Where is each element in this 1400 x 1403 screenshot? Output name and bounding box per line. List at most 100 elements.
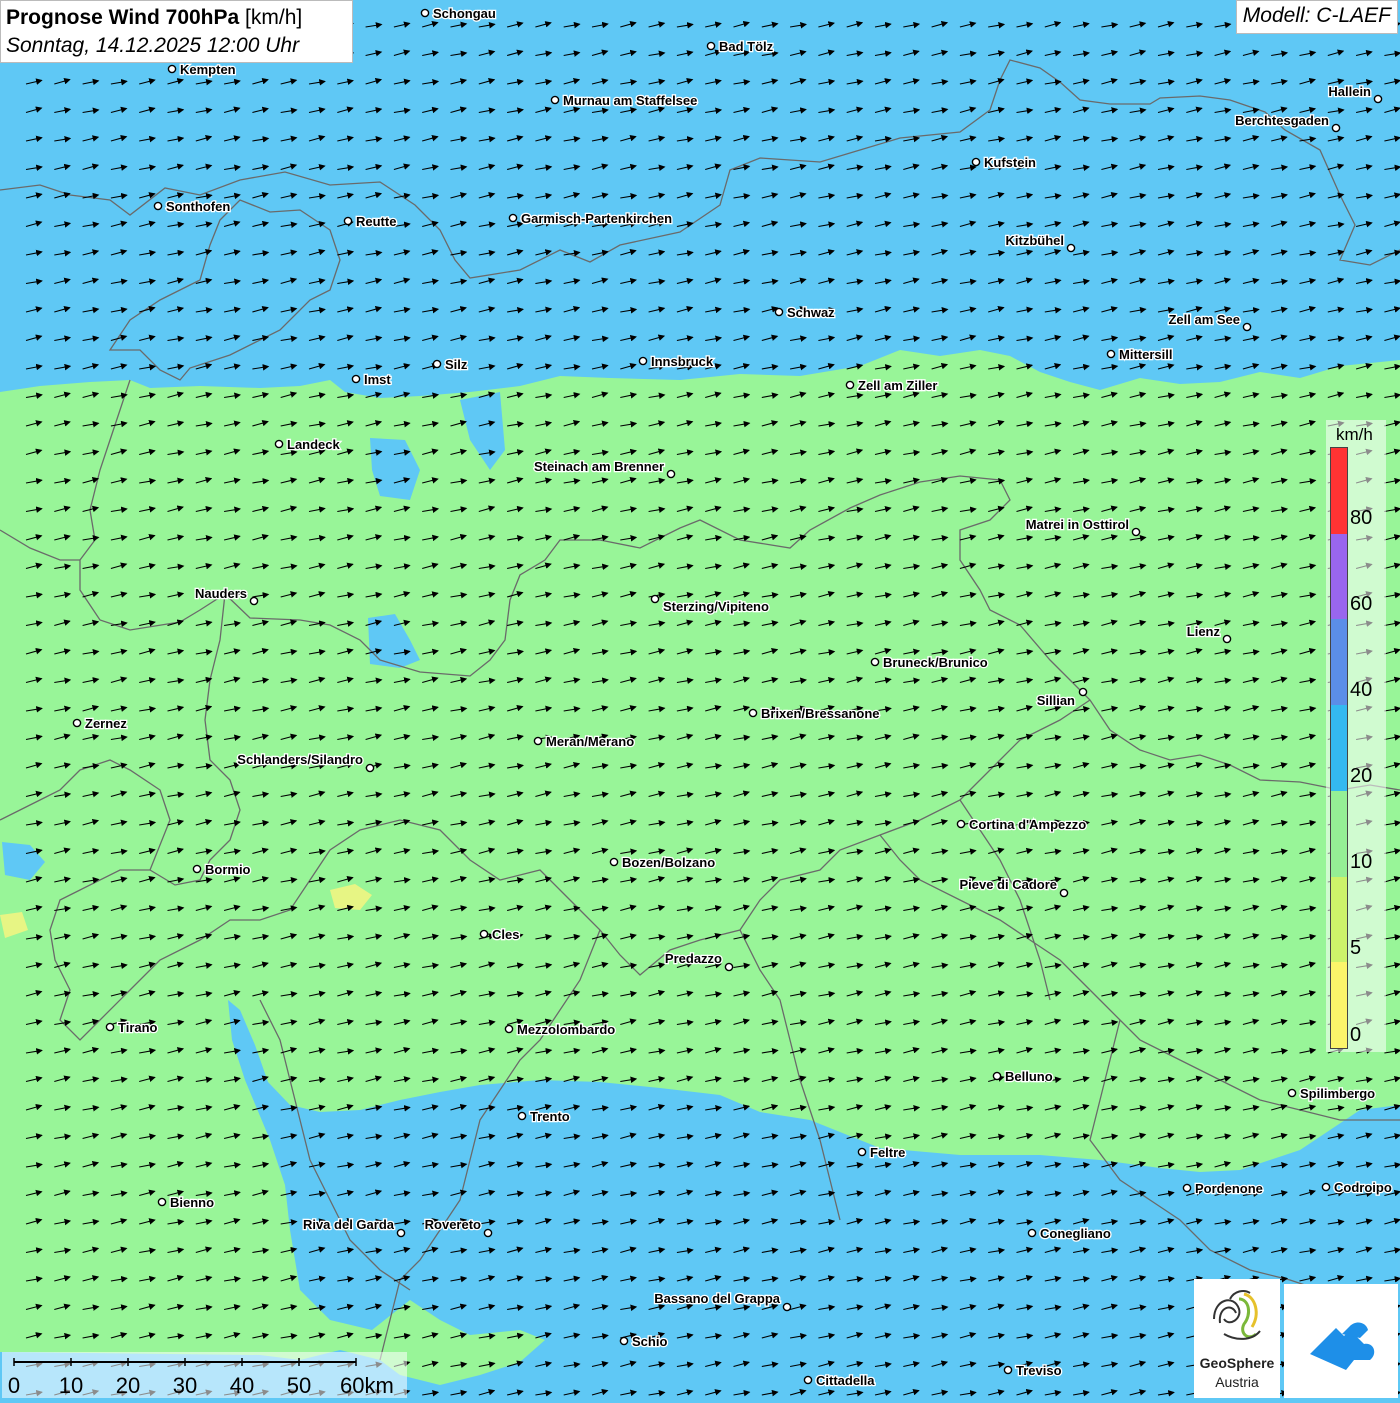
place-bozen-bolzano[interactable]: Bozen/Bolzano	[609, 854, 717, 871]
place-label: Steinach am Brenner	[534, 459, 664, 474]
place-label: Kitzbühel	[1006, 233, 1065, 248]
place-dot	[351, 374, 361, 384]
place-label: Bad Tölz	[719, 39, 774, 54]
place-dot	[72, 718, 82, 728]
place-label: Silz	[445, 357, 468, 372]
legend-label: 5	[1350, 937, 1362, 959]
place-label: Murnau am Staffelsee	[563, 93, 697, 108]
title-box: Prognose Wind 700hPa [km/h] Sonntag, 14.…	[0, 0, 353, 63]
place-garmisch-partenkirchen[interactable]: Garmisch-Partenkirchen	[508, 210, 673, 227]
place-dot	[1078, 687, 1088, 697]
place-dot	[432, 359, 442, 369]
mountain-cloud-icon	[1310, 1322, 1375, 1370]
place-dot	[992, 1071, 1002, 1081]
legend-label: 80	[1350, 507, 1373, 529]
place-dot	[845, 380, 855, 390]
place-meran-merano[interactable]: Meran/Merano	[533, 733, 635, 750]
place-dot	[774, 307, 784, 317]
place-dot	[153, 201, 163, 211]
place-dot	[1321, 1182, 1331, 1192]
scale-label: 40	[230, 1373, 254, 1398]
place-label: Belluno	[1005, 1069, 1053, 1084]
legend-label: 0	[1350, 1024, 1362, 1046]
place-innsbruck[interactable]: Innsbruck	[638, 353, 715, 370]
place-dot	[365, 763, 375, 773]
legend-bin	[1331, 705, 1347, 792]
place-dot	[1059, 888, 1069, 898]
place-dot	[1066, 243, 1076, 253]
place-label: Treviso	[1016, 1363, 1062, 1378]
place-label: Zell am See	[1168, 312, 1240, 327]
app-logo[interactable]	[1284, 1284, 1398, 1398]
model-label: Modell: C-LAEF	[1235, 0, 1398, 34]
place-dot	[1027, 1228, 1037, 1238]
place-dot	[1131, 527, 1141, 537]
place-label: Bozen/Bolzano	[622, 855, 715, 870]
place-sterzing-vipiteno[interactable]: Sterzing/Vipiteno	[650, 594, 770, 615]
place-dot	[1106, 349, 1116, 359]
forecast-datetime: Sonntag, 14.12.2025 12:00 Uhr	[6, 34, 300, 57]
place-dot	[971, 157, 981, 167]
place-label: Bormio	[205, 862, 251, 877]
scale-bar: 0 10 20 30 40 50 60km	[2, 1352, 407, 1398]
place-dot	[748, 708, 758, 718]
place-dot	[508, 213, 518, 223]
map-title: Prognose Wind 700hPa [km/h]	[6, 4, 347, 32]
place-cittadella[interactable]: Cittadella	[803, 1372, 877, 1389]
place-label: Schwaz	[787, 305, 835, 320]
place-dot	[504, 1024, 514, 1034]
place-dot	[479, 929, 489, 939]
geosphere-country: Austria	[1215, 1374, 1259, 1390]
place-cortina-d-ampezzo[interactable]: Cortina d'Ampezzo	[956, 816, 1088, 833]
place-label: Spilimbergo	[1300, 1086, 1375, 1101]
place-label: Zell am Ziller	[858, 378, 937, 393]
place-dot	[609, 857, 619, 867]
place-label: Kempten	[180, 62, 236, 77]
place-dot	[167, 64, 177, 74]
place-brixen-bressanone[interactable]: Brixen/Bressanone	[748, 705, 881, 722]
place-sonthofen[interactable]: Sonthofen	[153, 198, 232, 215]
place-label: Bienno	[170, 1195, 214, 1210]
place-schongau[interactable]: Schongau	[420, 5, 497, 22]
geosphere-name: GeoSphere	[1199, 1355, 1275, 1371]
place-label: Cles	[492, 927, 519, 942]
place-dot	[1242, 322, 1252, 332]
place-label: Brixen/Bressanone	[761, 706, 880, 721]
place-label: Sterzing/Vipiteno	[663, 599, 769, 614]
place-dot	[274, 439, 284, 449]
place-mezzolombardo[interactable]: Mezzolombardo	[504, 1021, 617, 1038]
place-dot	[1182, 1183, 1192, 1193]
place-label: Pieve di Cadore	[959, 877, 1057, 892]
place-dot	[483, 1228, 493, 1238]
place-label: Tirano	[118, 1020, 158, 1035]
place-conegliano[interactable]: Conegliano	[1027, 1225, 1112, 1242]
place-dot	[638, 356, 648, 366]
geosphere-logo[interactable]: GeoSphere Austria	[1194, 1279, 1280, 1398]
place-label: Landeck	[287, 437, 341, 452]
place-zell-am-ziller[interactable]: Zell am Ziller	[845, 377, 939, 394]
geosphere-emblem-icon	[1213, 1290, 1261, 1340]
place-pordenone[interactable]: Pordenone	[1182, 1180, 1264, 1197]
place-dot	[956, 819, 966, 829]
place-label: Schlanders/Silandro	[237, 752, 363, 767]
legend-bin	[1331, 962, 1347, 1048]
wind-map[interactable]: Schongau Bad Tölz Kempten Murnau am Staffel…	[0, 0, 1400, 1400]
legend-label: 40	[1350, 679, 1373, 701]
place-label: Imst	[364, 372, 391, 387]
scale-label: 10	[59, 1373, 83, 1398]
place-label: Garmisch-Partenkirchen	[521, 211, 672, 226]
place-label: Kufstein	[984, 155, 1036, 170]
place-label: Sonthofen	[166, 199, 230, 214]
place-murnau-am-staffelsee[interactable]: Murnau am Staffelsee	[550, 92, 699, 109]
place-dot	[1222, 634, 1232, 644]
scale-label: 50	[287, 1373, 311, 1398]
legend-label: 20	[1350, 765, 1373, 787]
place-dot	[157, 1197, 167, 1207]
place-dot	[666, 469, 676, 479]
place-label: Rovereto	[425, 1217, 481, 1232]
scale-label: 60km	[340, 1373, 394, 1398]
place-label: Lienz	[1187, 624, 1221, 639]
place-spilimbergo[interactable]: Spilimbergo	[1287, 1085, 1376, 1102]
place-bruneck-brunico[interactable]: Bruneck/Brunico	[870, 654, 989, 671]
place-dot	[724, 962, 734, 972]
